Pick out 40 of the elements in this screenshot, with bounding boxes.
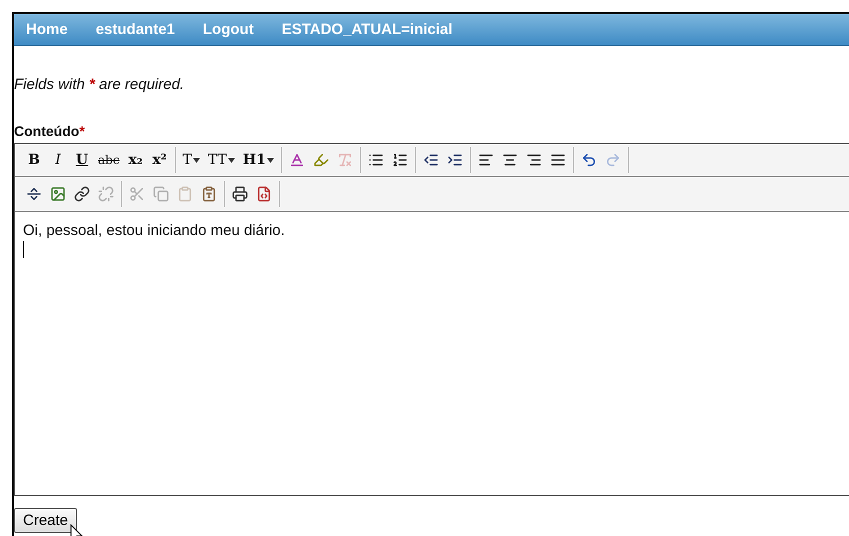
indent-icon	[446, 152, 463, 168]
underline-button[interactable]: U	[71, 148, 93, 172]
content-text: Oi, pessoal, estou iniciando meu diário.	[23, 222, 286, 239]
size-dropdown[interactable]: TT	[204, 148, 238, 172]
image-icon	[50, 186, 66, 202]
undo-icon	[580, 152, 597, 168]
subscript-button[interactable]: x₂	[124, 148, 147, 172]
redo-icon	[604, 152, 621, 168]
bulleted-list-icon	[368, 152, 384, 168]
caret-icon	[192, 158, 200, 162]
align-right-icon	[526, 152, 542, 168]
caret-icon	[266, 158, 274, 162]
remove-format-icon	[336, 152, 353, 168]
link-icon	[74, 186, 90, 202]
outdent-icon	[422, 152, 439, 168]
source-code-icon	[256, 186, 272, 202]
unlink-icon	[98, 186, 114, 202]
field-label: Conteúdo*	[14, 123, 86, 139]
required-note: Fields with * are required.	[14, 76, 186, 93]
italic-button[interactable]: I	[47, 148, 69, 172]
strikethrough-button[interactable]: abc	[95, 148, 123, 172]
caret-icon	[228, 158, 235, 162]
paste-text-icon	[201, 186, 217, 202]
bold-button[interactable]: B	[23, 148, 45, 172]
printer-icon	[232, 186, 248, 202]
copy-icon	[153, 186, 169, 202]
scissors-icon	[129, 186, 145, 202]
text-cursor-icon	[23, 241, 24, 258]
heading-dropdown[interactable]: H1	[240, 148, 277, 172]
numbered-list-icon	[392, 152, 408, 168]
superscript-button[interactable]: x²	[148, 148, 171, 172]
horizontal-rule-icon	[26, 186, 42, 202]
font-dropdown[interactable]: T	[180, 148, 203, 172]
align-left-icon	[478, 152, 494, 168]
clipboard-icon	[177, 186, 193, 202]
justify-icon	[550, 152, 566, 168]
text-color-icon	[288, 152, 305, 168]
highlighter-icon	[312, 152, 329, 168]
editor-content[interactable]: Oi, pessoal, estou iniciando meu diário.	[15, 212, 849, 495]
align-center-icon	[502, 152, 518, 168]
